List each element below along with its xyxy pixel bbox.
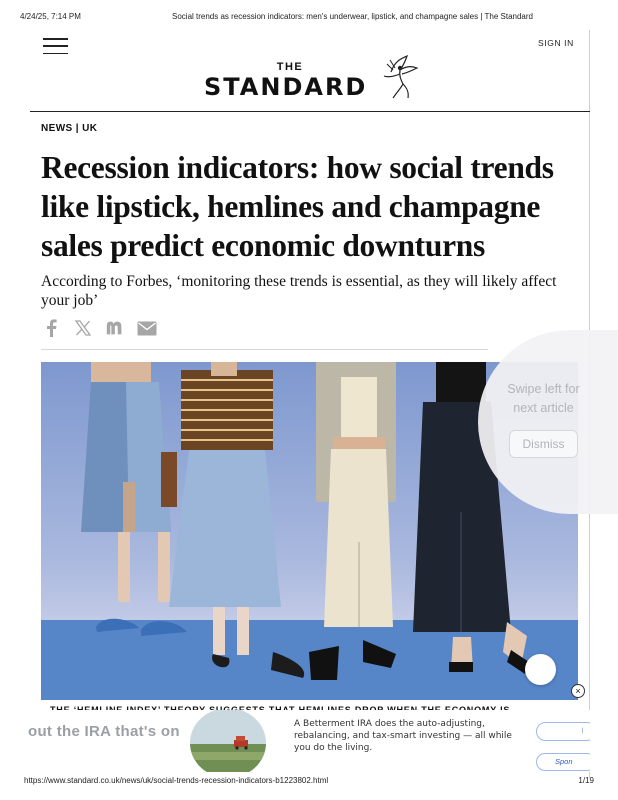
flipboard-icon[interactable] [105, 318, 125, 338]
sign-in-link[interactable]: SIGN IN [538, 38, 574, 48]
dismiss-button[interactable]: Dismiss [509, 430, 578, 458]
ad-sponsored-button[interactable]: Spon [536, 753, 590, 771]
masthead-logo[interactable]: THE STANDARD [200, 54, 420, 104]
ad-banner[interactable]: out the IRA that's on A Betterment IRA d… [0, 710, 590, 772]
print-page-title: Social trends as recession indicators: m… [172, 12, 533, 21]
masthead-standard: STANDARD [204, 73, 368, 101]
email-icon[interactable] [137, 318, 157, 338]
ad-copy-text: A Betterment IRA does the auto-adjusting… [294, 719, 512, 753]
winged-figure-logo-icon [383, 54, 419, 99]
ad-close-icon[interactable]: × [571, 684, 585, 698]
ad-marquee-text: out the IRA that's on [28, 723, 180, 740]
print-url: https://www.standard.co.uk/news/uk/socia… [24, 776, 329, 785]
ad-cta-button[interactable]: l [536, 722, 590, 741]
content-divider [41, 349, 488, 350]
swipe-hint-text: Swipe left for next article [507, 382, 580, 415]
facebook-icon[interactable] [41, 318, 61, 338]
print-datetime: 4/24/25, 7:14 PM [20, 12, 81, 21]
header-divider [30, 111, 590, 112]
masthead-the: THE [276, 61, 304, 73]
floating-action-button[interactable] [525, 654, 556, 685]
share-bar [41, 318, 157, 338]
article-headline: Recession indicators: how social trends … [41, 150, 554, 263]
ad-image [190, 710, 266, 772]
x-icon[interactable] [73, 318, 93, 338]
print-page-number: 1/19 [578, 776, 594, 785]
section-label[interactable]: NEWS | UK [41, 123, 97, 134]
hamburger-menu-icon[interactable] [43, 38, 68, 54]
article-standfirst: According to Forbes, ‘monitoring these t… [41, 273, 557, 309]
